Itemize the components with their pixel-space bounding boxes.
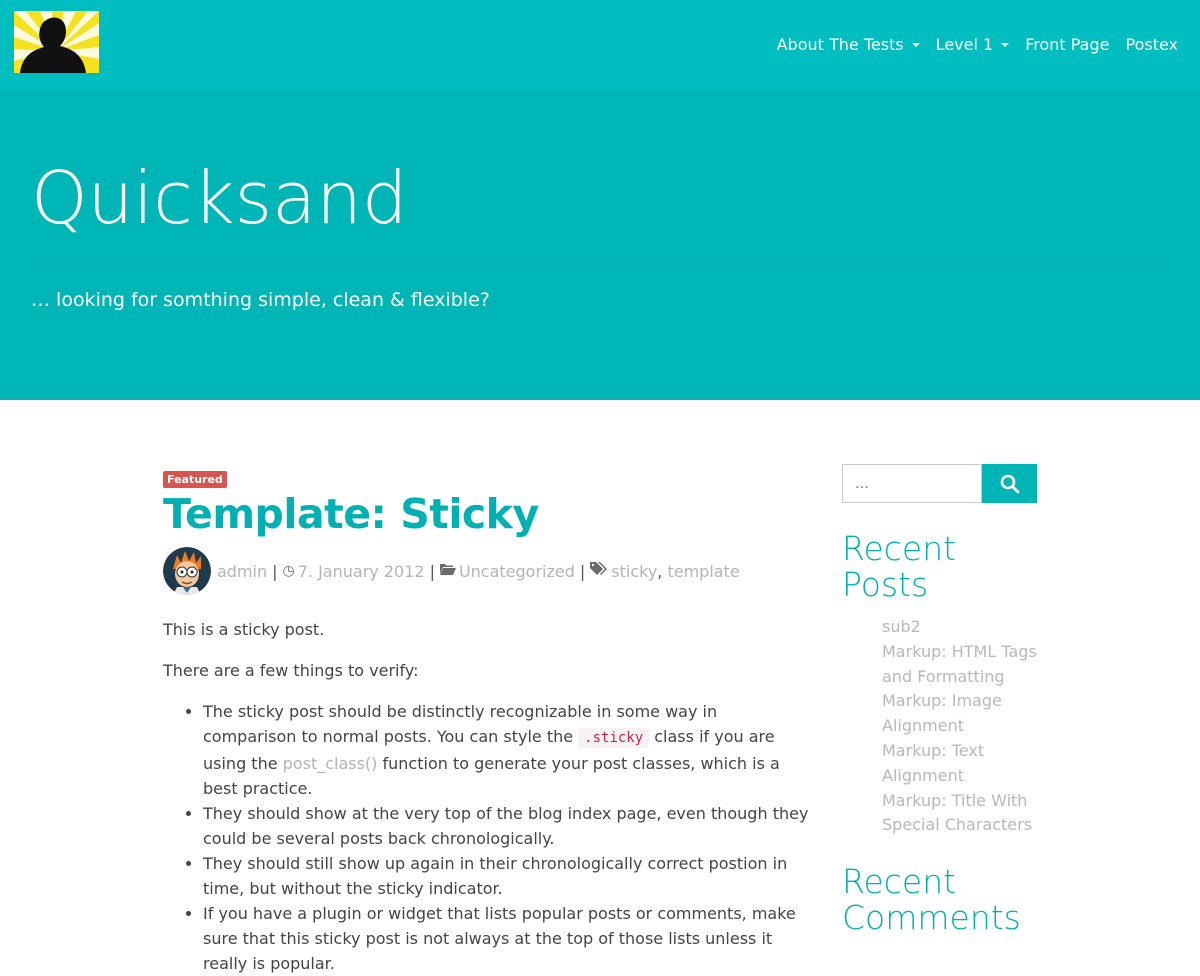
site-title[interactable]: Quicksand (31, 153, 408, 243)
clock-icon: ◷ (282, 563, 295, 579)
meta-separator: | (429, 561, 435, 581)
list-item: They should still show up again in their… (203, 851, 813, 901)
post-title[interactable]: Template: Sticky (163, 490, 813, 538)
post-class-link[interactable]: post_class() (283, 754, 378, 773)
search-button[interactable] (982, 464, 1037, 503)
nav-item-front-page[interactable]: Front Page (1017, 32, 1117, 56)
recent-comments-title: Recent Comments (842, 862, 1021, 938)
search-form (842, 464, 1037, 503)
sidebar: Recent Posts sub2 Markup: HTML Tags and … (842, 464, 1037, 936)
author-link[interactable]: admin (217, 562, 267, 581)
tag-link-sticky[interactable]: sticky (611, 562, 657, 581)
nav-item-postex[interactable]: Postex (1117, 32, 1186, 56)
main-menu: About The Tests Level 1 Front Page Poste… (769, 32, 1186, 56)
caret-down-icon (911, 43, 920, 47)
post-paragraph: There are a few things to verify: (163, 661, 419, 680)
nav-item-label: Postex (1125, 34, 1178, 54)
author-avatar (163, 547, 211, 595)
hero-banner: Quicksand … looking for somthing simple,… (0, 89, 1200, 400)
nav-item-about-the-tests[interactable]: About The Tests (769, 32, 928, 56)
category-link[interactable]: Uncategorized (459, 562, 575, 581)
post-bullet-list: The sticky post should be distinctly rec… (203, 699, 813, 976)
top-navbar: About The Tests Level 1 Front Page Poste… (0, 0, 1200, 89)
tag-separator: , (657, 561, 668, 581)
recent-post-link[interactable]: Markup: Title With Special Characters (882, 789, 1037, 839)
folder-open-icon (439, 563, 456, 579)
nav-item-label: Level 1 (935, 34, 994, 54)
nav-item-label: Front Page (1025, 34, 1110, 54)
meta-separator: | (579, 561, 586, 581)
recent-post-link[interactable]: sub2 (882, 615, 1037, 640)
nav-item-label: About The Tests (776, 34, 904, 54)
recent-post-link[interactable]: Markup: Text Alignment (882, 739, 1037, 789)
nav-item-level-1[interactable]: Level 1 (928, 32, 1018, 56)
tag-link-template[interactable]: template (667, 562, 739, 581)
recent-post-link[interactable]: Markup: HTML Tags and Formatting (882, 640, 1037, 690)
recent-posts-list: sub2 Markup: HTML Tags and Formatting Ma… (842, 615, 1037, 838)
tags-icon (590, 562, 608, 580)
recent-posts-title: Recent Posts (842, 529, 957, 604)
inline-code: .sticky (578, 728, 650, 748)
caret-down-icon (1001, 43, 1010, 47)
list-item: They should show at the very top of the … (203, 801, 813, 851)
hero-divider (31, 261, 1169, 262)
post-content: This is a sticky post. There are a few t… (163, 617, 813, 976)
search-icon (1000, 474, 1019, 493)
meta-separator: | (272, 561, 278, 581)
post-date-link[interactable]: 7. January 2012 (298, 562, 425, 581)
site-logo[interactable] (14, 11, 99, 73)
recent-post-link[interactable]: Markup: Image Alignment (882, 689, 1037, 739)
site-tagline: … looking for somthing simple, clean & f… (31, 289, 490, 311)
search-input[interactable] (842, 464, 982, 503)
list-item: If you have a plugin or widget that list… (203, 901, 813, 976)
featured-badge: Featured (163, 471, 227, 488)
post-paragraph: This is a sticky post. (163, 620, 325, 639)
post-meta: admin | ◷ 7. January 2012 | Uncategorize… (163, 545, 813, 597)
list-item: The sticky post should be distinctly rec… (203, 699, 813, 801)
